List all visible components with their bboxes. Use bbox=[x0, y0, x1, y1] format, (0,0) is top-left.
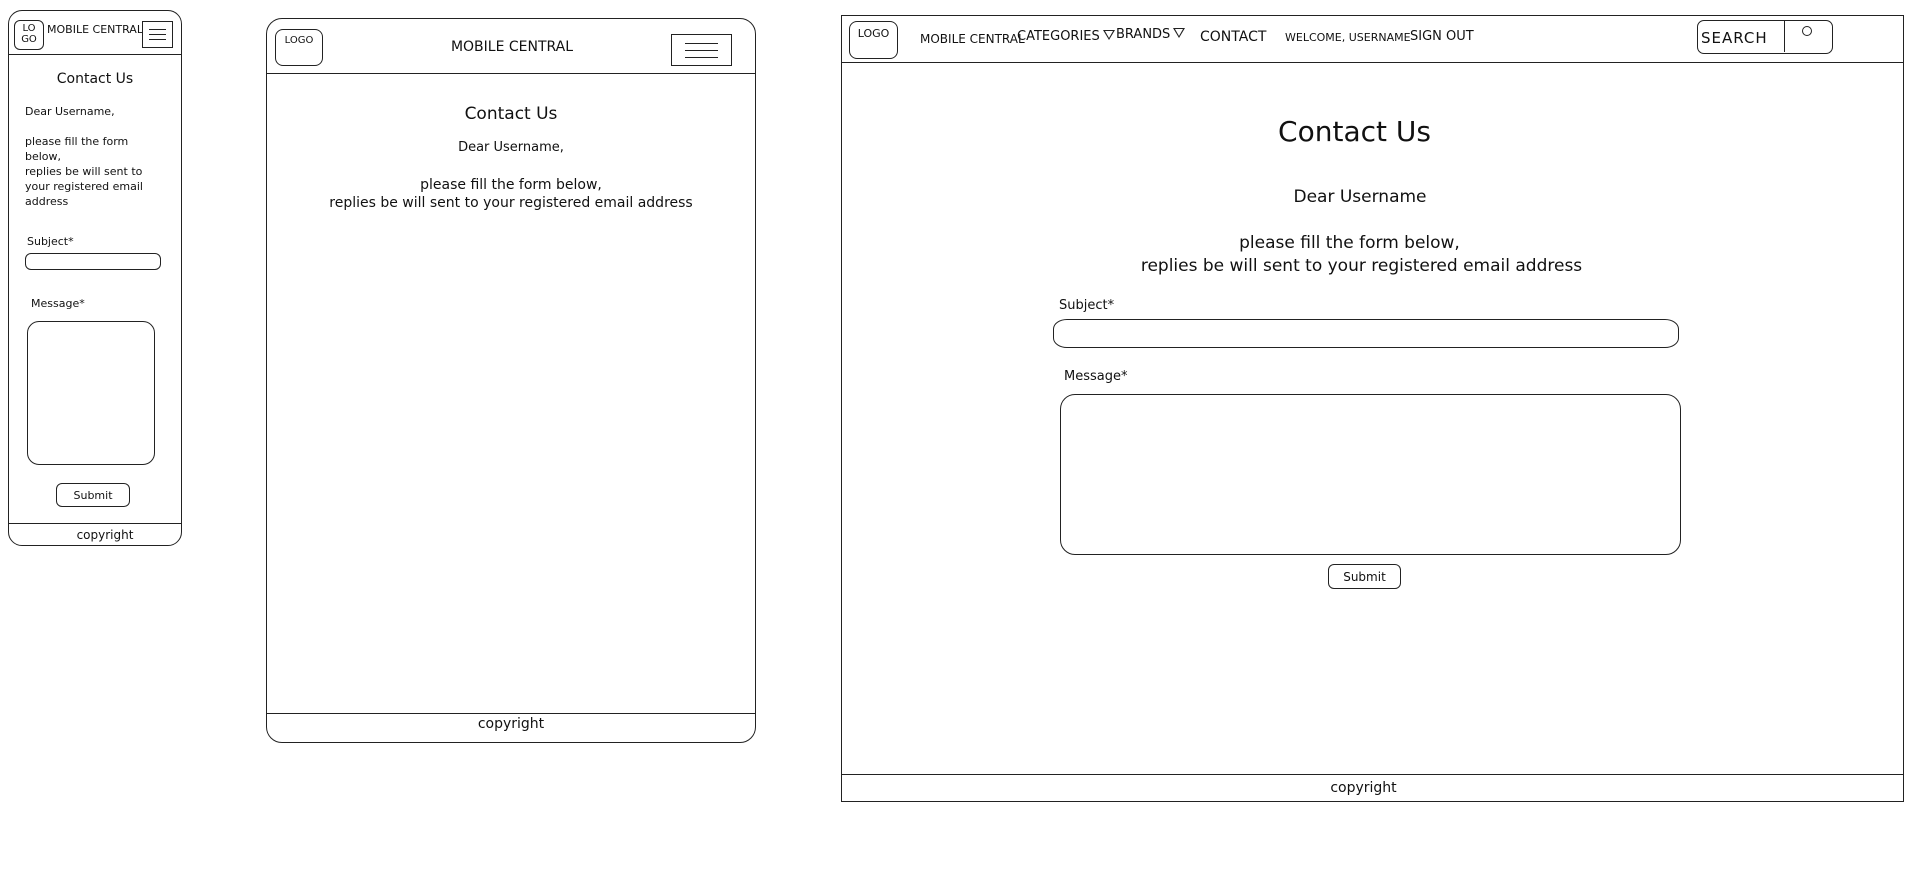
mobile-instructions-line: your registered email bbox=[25, 180, 143, 193]
hamburger-line bbox=[684, 50, 718, 51]
mobile-menu-button[interactable] bbox=[142, 21, 173, 48]
tablet-greeting: Dear Username, bbox=[458, 140, 564, 155]
magnifier-icon[interactable] bbox=[1802, 26, 1812, 36]
mobile-submit-button[interactable]: Submit bbox=[56, 483, 130, 507]
hamburger-line bbox=[149, 39, 166, 40]
mobile-subject-label: Subject* bbox=[27, 235, 74, 248]
tablet-header-divider bbox=[267, 73, 755, 74]
tablet-instructions-line: please fill the form below, bbox=[420, 177, 602, 193]
mobile-brand[interactable]: MOBILE CENTRAL bbox=[47, 23, 143, 36]
hamburger-menu-icon bbox=[149, 29, 166, 30]
desktop-submit-label: Submit bbox=[1343, 570, 1386, 584]
nav-sign-out-link[interactable]: SIGN OUT bbox=[1410, 29, 1474, 45]
desktop-footer: copyright bbox=[1330, 780, 1397, 796]
mobile-instructions-line: please fill the form bbox=[25, 135, 129, 148]
tablet-wireframe: LOGO MOBILE CENTRAL Contact Us Dear User… bbox=[266, 18, 756, 743]
mobile-submit-label: Submit bbox=[73, 489, 113, 502]
tablet-footer-divider bbox=[267, 713, 755, 714]
nav-brands-dropdown[interactable]: BRANDS bbox=[1116, 27, 1186, 43]
mobile-header-divider bbox=[9, 54, 181, 55]
triangle-down-icon bbox=[1102, 30, 1115, 40]
mobile-greeting: Dear Username, bbox=[25, 105, 115, 118]
mobile-instructions-line: replies be will sent to bbox=[25, 165, 143, 178]
mobile-subject-input[interactable] bbox=[25, 253, 161, 270]
desktop-logo[interactable]: LOGO bbox=[849, 21, 898, 59]
mobile-message-label: Message* bbox=[31, 297, 85, 310]
tablet-footer: copyright bbox=[477, 716, 545, 732]
tablet-menu-button[interactable] bbox=[671, 34, 732, 66]
nav-brands-label: BRANDS bbox=[1116, 27, 1171, 42]
mobile-instructions-line: below, bbox=[25, 150, 62, 163]
desktop-subject-input[interactable] bbox=[1053, 319, 1679, 348]
nav-categories-label: CATEGORIES bbox=[1017, 29, 1100, 44]
desktop-search-bar[interactable]: SEARCH bbox=[1697, 20, 1833, 54]
hamburger-line bbox=[149, 34, 166, 35]
triangle-down-icon bbox=[1173, 28, 1186, 38]
mobile-logo[interactable]: LO GO bbox=[14, 20, 44, 50]
desktop-page-title: Contact Us bbox=[1278, 115, 1431, 148]
desktop-footer-divider bbox=[842, 774, 1903, 775]
mobile-page-title: Contact Us bbox=[56, 71, 134, 87]
desktop-instructions-line: replies be will sent to your registered … bbox=[1140, 256, 1583, 276]
desktop-greeting: Dear Username bbox=[1293, 187, 1427, 207]
mobile-wireframe: LO GO MOBILE CENTRAL Contact Us Dear Use… bbox=[8, 10, 182, 546]
nav-brand-link[interactable]: MOBILE CENTRAL bbox=[920, 32, 1025, 46]
mobile-instructions-line: address bbox=[25, 195, 69, 208]
desktop-message-textarea[interactable] bbox=[1060, 394, 1681, 555]
search-divider bbox=[1784, 21, 1785, 52]
desktop-message-label: Message* bbox=[1064, 369, 1128, 384]
hamburger-line bbox=[684, 57, 718, 58]
nav-welcome-text: WELCOME, USERNAME bbox=[1285, 31, 1411, 44]
tablet-page-title: Contact Us bbox=[464, 104, 558, 124]
desktop-instructions-line: please fill the form below, bbox=[1239, 233, 1460, 253]
tablet-instructions-line: replies be will sent to your registered … bbox=[329, 195, 693, 211]
hamburger-menu-icon bbox=[684, 43, 718, 44]
desktop-logo-text: LOGO bbox=[857, 27, 890, 40]
nav-contact-link[interactable]: CONTACT bbox=[1200, 29, 1266, 46]
desktop-submit-button[interactable]: Submit bbox=[1328, 564, 1401, 589]
desktop-subject-label: Subject* bbox=[1059, 298, 1115, 313]
mobile-logo-text: LO GO bbox=[21, 23, 37, 45]
mobile-message-textarea[interactable] bbox=[27, 321, 155, 465]
nav-categories-dropdown[interactable]: CATEGORIES bbox=[1017, 29, 1115, 45]
search-input-label[interactable]: SEARCH bbox=[1701, 29, 1768, 47]
mobile-footer-divider bbox=[9, 523, 181, 524]
mobile-footer: copyright bbox=[76, 528, 134, 542]
desktop-wireframe: LOGO MOBILE CENTRAL CATEGORIES BRANDS CO… bbox=[841, 15, 1904, 802]
desktop-header-divider bbox=[842, 62, 1903, 63]
